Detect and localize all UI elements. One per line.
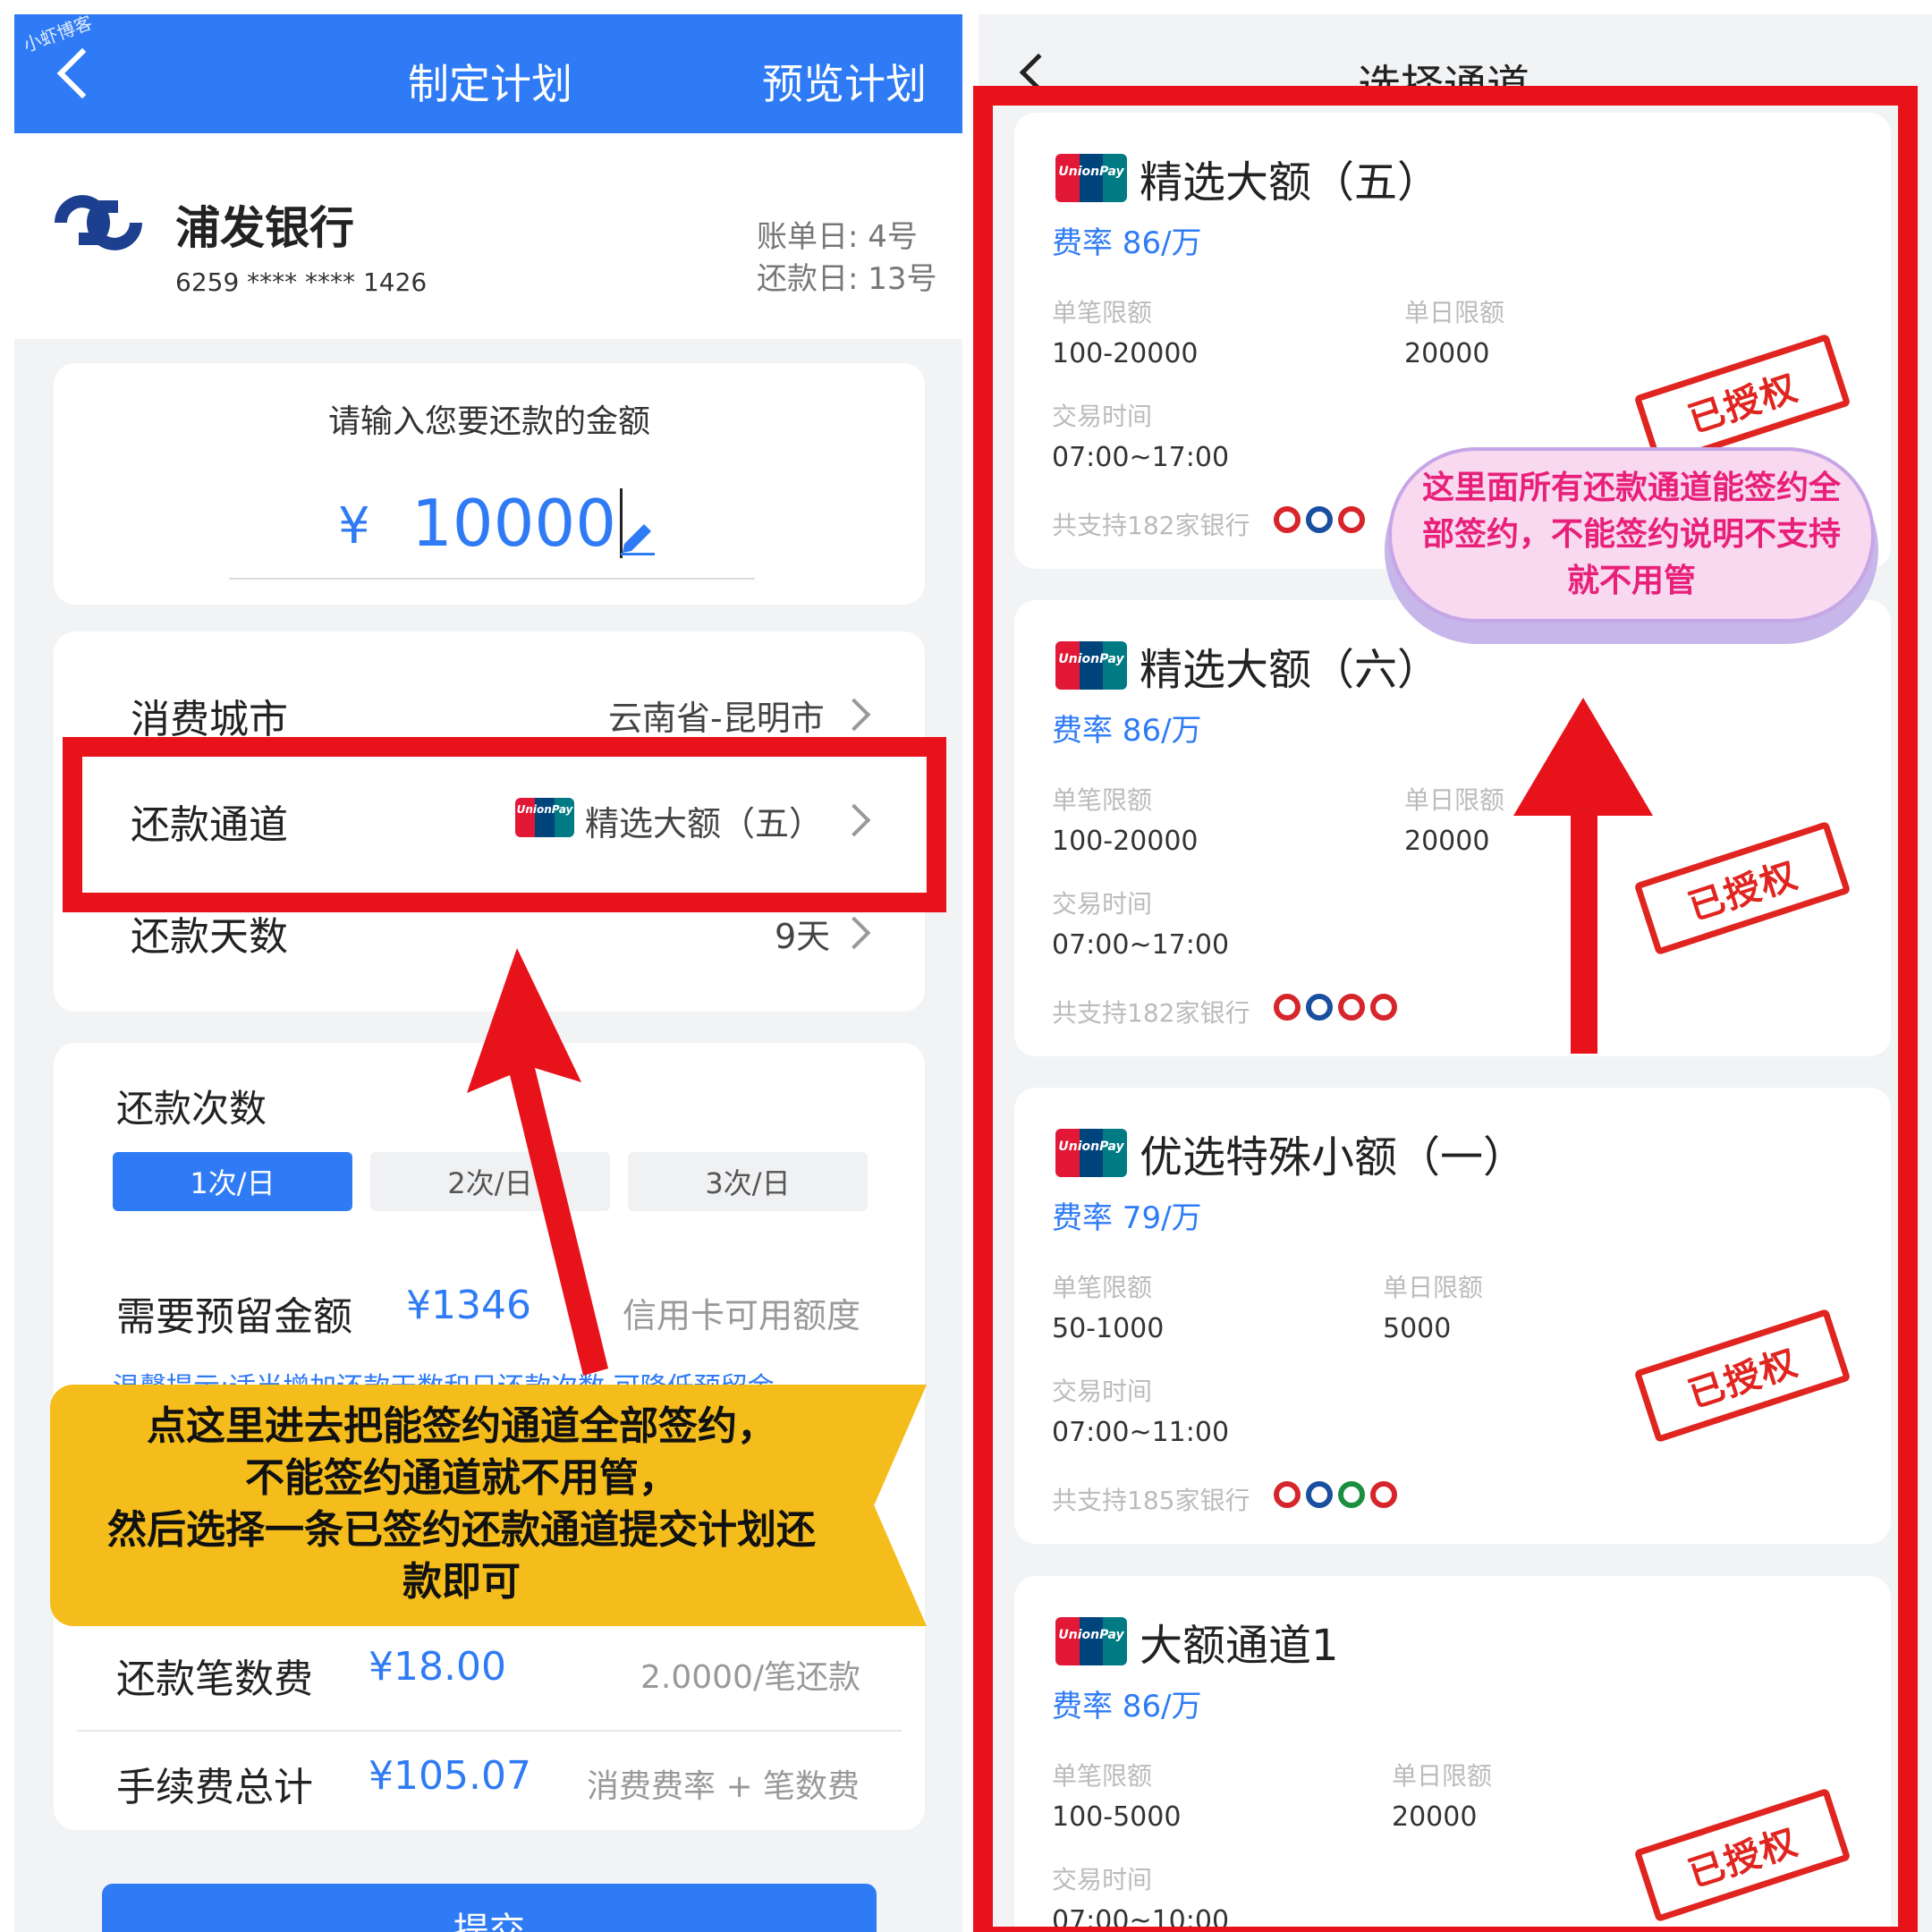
- fee-total-note: 消费费率 + 笔数费: [587, 1768, 860, 1805]
- bank-card-info: 浦发银行 6259 **** **** 1426 账单日: 4号 还款日: 13…: [14, 133, 962, 339]
- fee-total-label: 手续费总计: [116, 1765, 313, 1810]
- tab-1-per-day[interactable]: 1次/日: [113, 1152, 352, 1211]
- banner-line-2: 不能签约通道就不用管，: [245, 1455, 678, 1501]
- days-chevron-icon: [837, 916, 871, 950]
- city-value[interactable]: 云南省-昆明市: [608, 691, 825, 740]
- amount-input[interactable]: 10000: [411, 488, 623, 558]
- highlight-box-channel: [63, 737, 946, 912]
- amount-prompt: 请输入您要还款的金额: [327, 403, 650, 440]
- arrow-up-left-icon: [467, 948, 608, 1376]
- submit-button[interactable]: 提交: [102, 1884, 877, 1932]
- card-number: 6259 **** **** 1426: [175, 267, 428, 297]
- banner-line-1: 点这里进去把能签约通道全部签约，: [147, 1403, 776, 1449]
- preview-plan-button[interactable]: 预览计划: [762, 52, 927, 111]
- bubble-line-2: 部签约，不能签约说明不支持: [1421, 516, 1841, 553]
- currency-symbol: ¥: [338, 497, 370, 555]
- city-chevron-icon: [837, 698, 871, 732]
- bill-day: 账单日: 4号: [757, 219, 918, 255]
- amount-card: 请输入您要还款的金额 ¥ 10000: [54, 363, 925, 605]
- screenshot-root: { "watermark": "小虾博客", "left": { "header…: [0, 0, 1932, 1932]
- tab-3-per-day[interactable]: 3次/日: [628, 1152, 868, 1211]
- edit-icon[interactable]: [617, 515, 658, 556]
- page-title: 制定计划: [408, 60, 572, 108]
- times-label: 还款次数: [116, 1087, 267, 1131]
- days-value[interactable]: 9天: [775, 909, 830, 958]
- fee-divider: [77, 1730, 902, 1732]
- highlight-frame-channels: [973, 86, 1918, 1932]
- bubble-line-1: 这里面所有还款通道能签约全: [1421, 470, 1841, 506]
- fee-count-value: ¥18.00: [369, 1644, 506, 1690]
- bank-name: 浦发银行: [175, 202, 354, 254]
- banner-line-4: 款即可: [402, 1559, 521, 1605]
- reserve-note: 信用卡可用额度: [623, 1296, 861, 1335]
- fee-total-value: ¥105.07: [369, 1753, 531, 1799]
- spdb-logo-icon: [55, 195, 142, 250]
- reserve-label: 需要预留金额: [116, 1294, 352, 1340]
- arrow-up-icon: [1513, 698, 1653, 1054]
- amount-underline: [229, 578, 755, 580]
- banner-line-3: 然后选择一条已签约还款通道提交计划还: [107, 1507, 816, 1553]
- instruction-bubble-text: 这里面所有还款通道能签约全 部签约，不能签约说明不支持 就不用管: [1395, 465, 1868, 605]
- submit-label: 提交: [453, 1911, 525, 1932]
- fee-count-label: 还款笔数费: [116, 1657, 313, 1702]
- repay-day: 还款日: 13号: [757, 261, 937, 297]
- plan-header: 制定计划 预览计划: [14, 14, 962, 133]
- city-label: 消费城市: [131, 697, 288, 742]
- back-icon[interactable]: [56, 47, 108, 99]
- days-label: 还款天数: [131, 914, 288, 960]
- bubble-line-3: 就不用管: [1566, 563, 1696, 599]
- instruction-banner-text: 点这里进去把能签约通道全部签约， 不能签约通道就不用管， 然后选择一条已签约还款…: [50, 1401, 873, 1608]
- fee-count-note: 2.0000/笔还款: [640, 1659, 861, 1696]
